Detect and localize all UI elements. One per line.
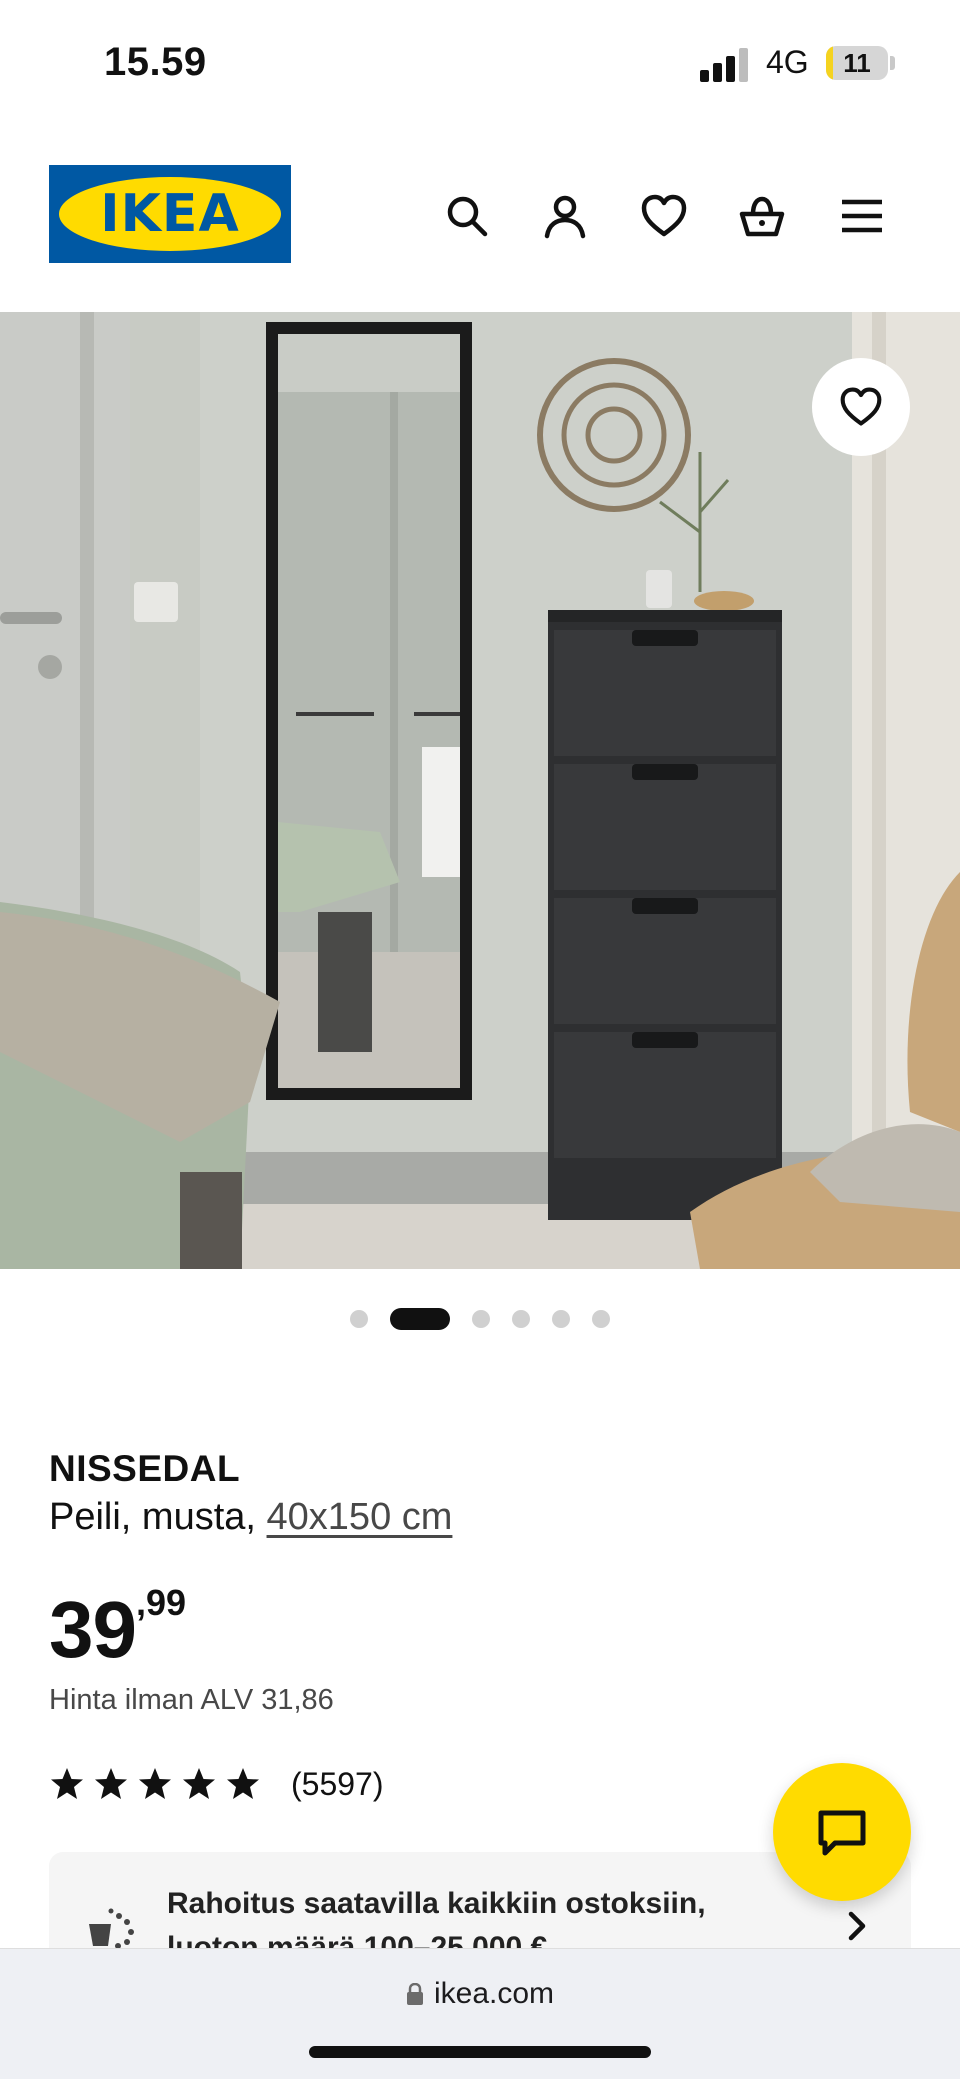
ikea-logo[interactable]: IKEA xyxy=(49,165,291,263)
carousel-indicator xyxy=(0,1307,960,1331)
financing-icon xyxy=(89,1908,134,1949)
battery-percent: 11 xyxy=(843,48,871,78)
review-count: (5597) xyxy=(291,1765,384,1802)
star-icon xyxy=(225,1766,261,1802)
price-decimal: ,99 xyxy=(135,1582,187,1623)
product-photo xyxy=(0,312,960,1269)
heart-icon xyxy=(840,387,882,426)
rating-stars xyxy=(49,1766,269,1802)
heart-icon[interactable] xyxy=(640,192,688,240)
home-indicator xyxy=(309,2046,651,2058)
product-description: Peili, musta, 40x150 cm xyxy=(49,1496,452,1539)
product-image[interactable] xyxy=(0,312,960,1269)
lock-icon xyxy=(406,1983,423,2005)
product-size-link[interactable]: 40x150 cm xyxy=(267,1496,453,1538)
product-name: NISSEDAL xyxy=(49,1448,241,1489)
carousel-dot[interactable] xyxy=(472,1310,490,1328)
carousel-dot[interactable] xyxy=(592,1310,610,1328)
price-without-vat: Hinta ilman ALV 31,86 xyxy=(49,1684,334,1716)
star-icon xyxy=(93,1766,129,1802)
product-rating[interactable]: (5597) xyxy=(49,1764,384,1804)
carousel-dot[interactable] xyxy=(552,1310,570,1328)
url-text: ikea.com xyxy=(433,1977,555,2010)
carousel-dot[interactable] xyxy=(350,1310,368,1328)
battery-cap xyxy=(890,56,895,70)
menu-icon[interactable] xyxy=(838,192,886,240)
carousel-dot[interactable] xyxy=(512,1310,530,1328)
chevron-right-icon xyxy=(848,1911,866,1941)
signal-icon xyxy=(700,48,748,82)
chat-button[interactable] xyxy=(773,1763,911,1901)
browser-url-bar[interactable]: ikea.com xyxy=(0,1948,960,2079)
star-icon xyxy=(137,1766,173,1802)
logo-text: IKEA xyxy=(100,184,240,244)
network-label: 4G xyxy=(766,44,809,80)
search-icon[interactable] xyxy=(443,192,491,240)
status-time: 15.59 xyxy=(104,40,207,84)
star-icon xyxy=(49,1766,85,1802)
product-type: Peili, musta, xyxy=(49,1496,267,1538)
chat-icon xyxy=(818,1810,866,1856)
site-header: IKEA xyxy=(0,130,960,312)
status-bar: 15.59 4G 11 xyxy=(0,0,960,130)
star-icon xyxy=(181,1766,217,1802)
url-display[interactable]: ikea.com xyxy=(0,1977,960,2011)
basket-icon[interactable] xyxy=(738,192,786,240)
account-icon[interactable] xyxy=(541,192,589,240)
product-price: 39,99 xyxy=(49,1582,187,1674)
carousel-dot-active[interactable] xyxy=(390,1308,450,1330)
financing-line-1: Rahoitus saatavilla kaikkiin ostoksiin, xyxy=(167,1887,706,1920)
save-favourite-button[interactable] xyxy=(812,358,910,456)
battery-icon: 11 xyxy=(826,46,888,80)
price-integer: 39 xyxy=(49,1585,137,1674)
